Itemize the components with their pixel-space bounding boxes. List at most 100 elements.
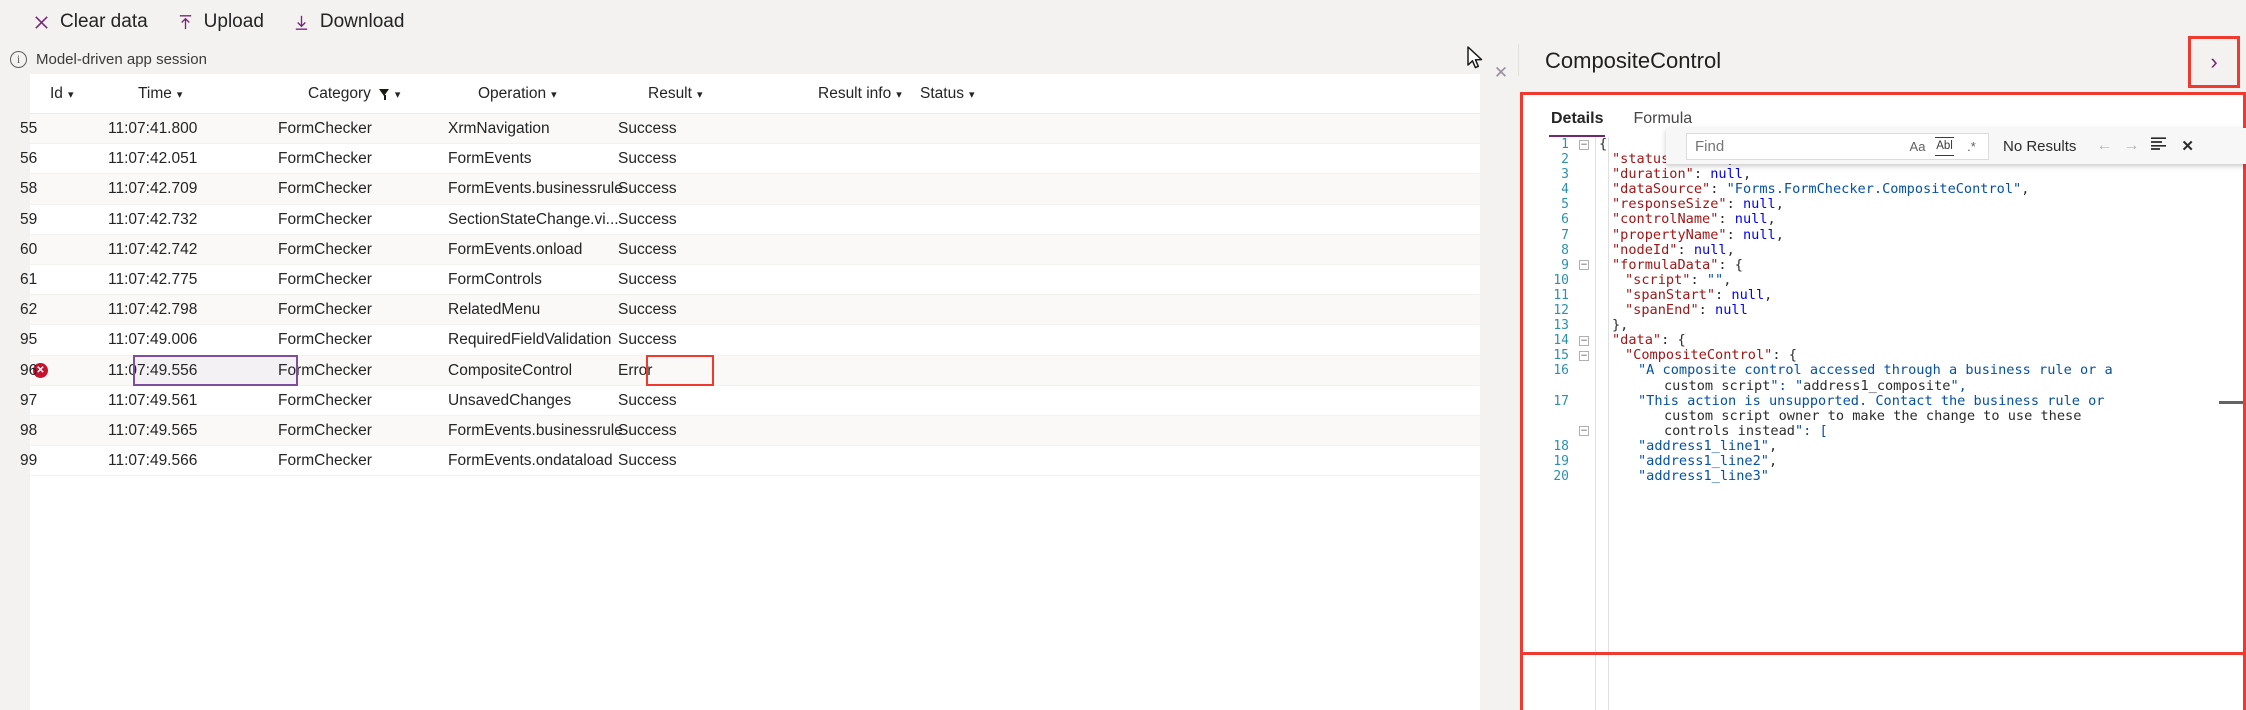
line-number: 19 bbox=[1553, 453, 1569, 469]
line-number: 11 bbox=[1553, 287, 1569, 303]
line-number: 2 bbox=[1561, 152, 1569, 168]
table-row[interactable]: 99 11:07:49.566 FormChecker FormEvents.onda… bbox=[0, 446, 1480, 477]
cell-status bbox=[890, 416, 985, 446]
find-in-selection-icon[interactable] bbox=[2150, 136, 2167, 156]
table-row[interactable]: 61 11:07:42.775 FormChecker FormControls Suc… bbox=[0, 264, 1480, 296]
fold-toggle-icon[interactable]: − bbox=[1579, 426, 1589, 437]
column-header-status-label: Status bbox=[920, 85, 964, 102]
cell-result: Error bbox=[618, 361, 653, 379]
cell-result: Success bbox=[618, 271, 677, 289]
table-row[interactable]: 98 11:07:49.565 FormChecker FormEvents.busi… bbox=[0, 415, 1480, 447]
table-row[interactable]: 59 11:07:42.732 FormChecker SectionStateCha… bbox=[0, 204, 1480, 235]
code-text: custom script": "address1_composite", bbox=[1664, 377, 1967, 394]
table-row[interactable]: 97 11:07:49.561 FormChecker UnsavedChanges S… bbox=[0, 385, 1480, 416]
fold-toggle-icon[interactable]: − bbox=[1579, 260, 1589, 271]
code-line: 8 "nodeId": null, bbox=[1523, 242, 2243, 258]
formula-checker-window: Clear data Upload Download Invite bbox=[0, 0, 2246, 710]
cell-result: Success bbox=[618, 452, 677, 470]
cell-status bbox=[890, 295, 985, 325]
code-line: 9− "formulaData": { bbox=[1523, 256, 2243, 273]
tab-details[interactable]: Details bbox=[1536, 110, 1618, 137]
cell-status bbox=[890, 386, 985, 416]
chevron-down-icon: ▾ bbox=[896, 88, 902, 101]
column-header-operation[interactable]: Operation ▾ bbox=[478, 74, 557, 114]
column-header-id[interactable]: Id ▾ bbox=[50, 74, 73, 114]
fold-toggle-icon[interactable]: − bbox=[1579, 139, 1589, 150]
code-text: "spanEnd": null bbox=[1625, 302, 1748, 319]
table-row[interactable]: 60 11:07:42.742 FormChecker FormEvents.onlo… bbox=[0, 234, 1480, 265]
close-session-icon[interactable]: ✕ bbox=[1490, 62, 1512, 84]
table-body: 55 11:07:41.800 FormChecker XrmNavigation Su… bbox=[0, 114, 1480, 477]
cell-operation: UnsavedChanges bbox=[448, 391, 572, 409]
code-text: "controlName": null, bbox=[1612, 211, 1776, 228]
cell-id: 56 bbox=[20, 150, 38, 168]
code-text: "address1_line1", bbox=[1638, 437, 1778, 454]
fold-toggle-icon[interactable]: − bbox=[1579, 335, 1589, 346]
line-number: 20 bbox=[1553, 469, 1569, 485]
find-options-group: Aa Abl .* bbox=[1908, 136, 1988, 156]
match-whole-word-icon[interactable]: Abl bbox=[1935, 136, 1954, 156]
code-text: "CompositeControl": { bbox=[1625, 347, 1797, 364]
table-row[interactable]: 56 11:07:42.051 FormChecker FormEvents Succe… bbox=[0, 144, 1480, 175]
find-close-icon[interactable]: ✕ bbox=[2181, 137, 2194, 155]
code-text: "dataSource": "Forms.FormChecker.Composi… bbox=[1612, 181, 2030, 198]
table-row[interactable]: 55 11:07:41.800 FormChecker XrmNavigation Su… bbox=[0, 114, 1480, 145]
clear-data-button[interactable]: Clear data bbox=[18, 0, 162, 44]
use-regex-icon[interactable]: .* bbox=[1962, 137, 1981, 156]
match-case-icon[interactable]: Aa bbox=[1908, 137, 1927, 156]
cell-category: FormChecker bbox=[278, 301, 372, 319]
cell-operation: FormEvents.businessrule bbox=[448, 421, 623, 439]
cell-result: Success bbox=[618, 421, 677, 439]
cell-time: 11:07:49.566 bbox=[108, 452, 198, 470]
column-header-result-info[interactable]: Result info ▾ bbox=[818, 74, 902, 114]
code-text: "formulaData": { bbox=[1612, 256, 1743, 273]
cell-result: Success bbox=[618, 391, 677, 409]
cell-result-info bbox=[788, 174, 883, 204]
table-row[interactable]: 62 11:07:42.798 FormChecker RelatedMenu Succ… bbox=[0, 295, 1480, 326]
download-button[interactable]: Download bbox=[278, 0, 419, 44]
download-label: Download bbox=[319, 11, 405, 32]
column-header-time[interactable]: Time ▾ bbox=[138, 74, 182, 114]
code-line: 11 "spanStart": null, bbox=[1523, 287, 2243, 303]
line-number: 8 bbox=[1561, 242, 1569, 258]
column-header-status[interactable]: Status ▾ bbox=[920, 74, 974, 114]
fold-toggle-icon[interactable]: − bbox=[1579, 350, 1589, 361]
cell-id: 98 bbox=[20, 421, 38, 439]
code-text: custom script owner to make the change t… bbox=[1664, 407, 2082, 424]
toolbar-left-group: Clear data Upload Download bbox=[0, 0, 418, 44]
column-header-category[interactable]: Category ▾ bbox=[308, 74, 400, 114]
line-number: 10 bbox=[1553, 272, 1569, 288]
cell-id: 62 bbox=[20, 301, 38, 319]
cell-time: 11:07:49.006 bbox=[108, 331, 198, 349]
cell-time: 11:07:49.561 bbox=[108, 391, 198, 409]
cell-category: FormChecker bbox=[278, 452, 372, 470]
cell-category: FormChecker bbox=[278, 240, 372, 258]
upload-arrow-icon bbox=[176, 13, 195, 32]
cell-status bbox=[890, 235, 985, 265]
details-panel-body: Details Formula Aa Abl .* No Results ← → bbox=[1520, 92, 2246, 710]
cell-status bbox=[890, 265, 985, 295]
cell-result: Success bbox=[618, 301, 677, 319]
line-number: 1 bbox=[1561, 137, 1569, 152]
filter-funnel-icon bbox=[378, 88, 390, 100]
cell-result-info bbox=[788, 325, 883, 355]
find-next-icon[interactable]: → bbox=[2123, 137, 2139, 155]
details-panel-header: CompositeControl › bbox=[1520, 30, 2246, 92]
column-header-result[interactable]: Result ▾ bbox=[648, 74, 702, 114]
cell-result-info bbox=[788, 114, 883, 144]
find-previous-icon[interactable]: ← bbox=[2096, 137, 2112, 155]
code-line: 13}, bbox=[1523, 317, 2243, 334]
code-text: }, bbox=[1612, 317, 1629, 334]
table-row[interactable]: 58 11:07:42.709 FormChecker FormEvents.busi… bbox=[0, 174, 1480, 205]
infobar-divider bbox=[1518, 44, 1519, 76]
table-row[interactable]: 95 11:07:49.006 FormChecker RequiredFieldVa… bbox=[0, 325, 1480, 356]
line-number: 12 bbox=[1553, 303, 1569, 319]
upload-button[interactable]: Upload bbox=[162, 0, 278, 44]
cell-status bbox=[890, 205, 985, 235]
find-input[interactable] bbox=[1687, 136, 1908, 156]
table-row[interactable]: ✕ 96 11:07:49.556 FormChecker CompositeContr… bbox=[0, 354, 1480, 386]
cell-time: 11:07:42.709 bbox=[108, 180, 198, 198]
json-code-viewer[interactable]: 1−{2"status": null,3"duration": null,4"d… bbox=[1523, 137, 2243, 710]
cell-status bbox=[890, 356, 985, 386]
cell-result-info bbox=[788, 386, 883, 416]
